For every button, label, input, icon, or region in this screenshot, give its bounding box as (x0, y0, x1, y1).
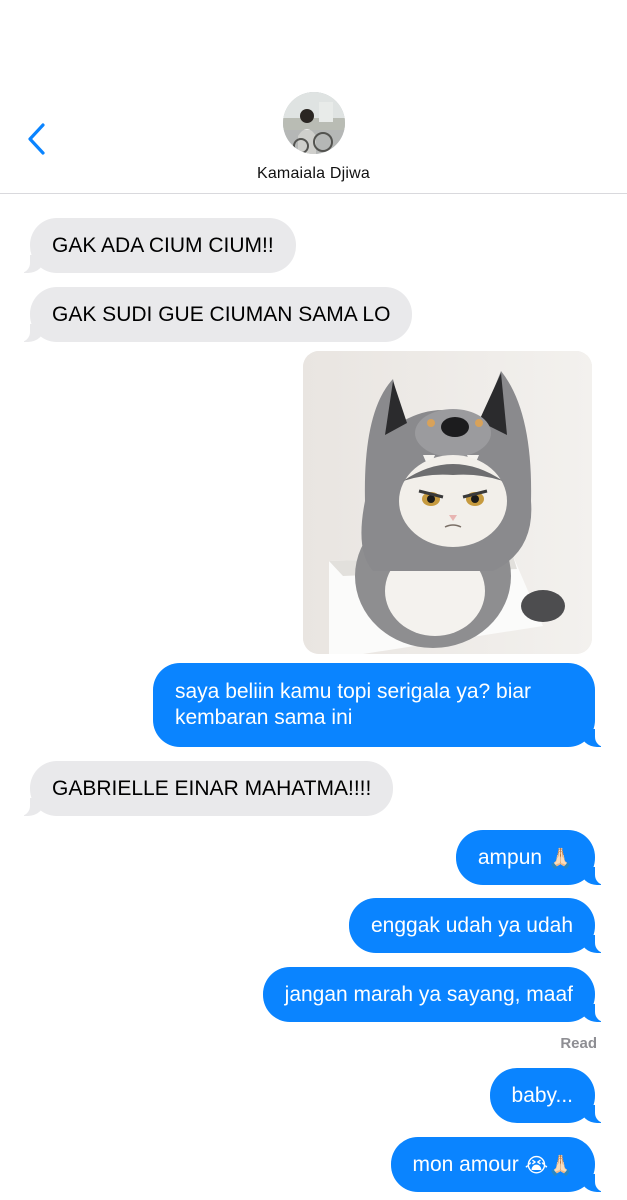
avatar-photo (283, 92, 345, 154)
message-text: GAK SUDI GUE CIUMAN SAMA LO (52, 302, 391, 326)
conversation-header: Kamaiala Djiwa (0, 0, 627, 194)
message-bubble-incoming[interactable]: GAK ADA CIUM CIUM!! (20, 218, 296, 273)
praying-hands-emoji: 🙏🏻 (548, 845, 573, 870)
message-text: baby... (511, 1083, 573, 1107)
contact-name[interactable]: Kamaiala Djiwa (0, 165, 627, 183)
message-text: GABRIELLE EINAR MAHATMA!!!! (52, 776, 372, 800)
contact-avatar[interactable] (283, 92, 345, 154)
message-bubble-outgoing[interactable]: mon amour 😭🙏🏻 (390, 1137, 605, 1192)
message-bubble-outgoing[interactable]: baby... (489, 1068, 606, 1123)
cat-in-wolf-hat-photo (303, 351, 592, 654)
message-text: saya beliin kamu topi serigala ya? biar … (175, 680, 532, 729)
chevron-left-icon (28, 123, 45, 155)
back-button[interactable] (24, 122, 50, 156)
message-text: ampun (477, 845, 543, 869)
message-bubble-outgoing[interactable]: jangan marah ya sayang, maaf (262, 967, 606, 1022)
message-bubble-incoming[interactable]: GABRIELLE EINAR MAHATMA!!!! (19, 761, 394, 816)
message-bubble-outgoing[interactable]: ampun 🙏🏻 (455, 830, 606, 885)
message-text: mon amour (412, 1152, 519, 1176)
read-receipt: Read (560, 1035, 597, 1052)
message-text: jangan marah ya sayang, maaf (284, 982, 573, 1006)
image-message[interactable] (303, 351, 592, 654)
message-bubble-outgoing[interactable]: enggak udah ya udah (348, 898, 606, 953)
message-bubble-outgoing[interactable]: saya beliin kamu topi serigala ya? biar … (153, 663, 605, 747)
message-text: enggak udah ya udah (370, 913, 573, 937)
crying-praying-emoji: 😭🙏🏻 (524, 1152, 573, 1177)
message-text: GAK ADA CIUM CIUM!! (52, 233, 274, 257)
message-bubble-incoming[interactable]: GAK SUDI GUE CIUMAN SAMA LO (19, 287, 413, 342)
